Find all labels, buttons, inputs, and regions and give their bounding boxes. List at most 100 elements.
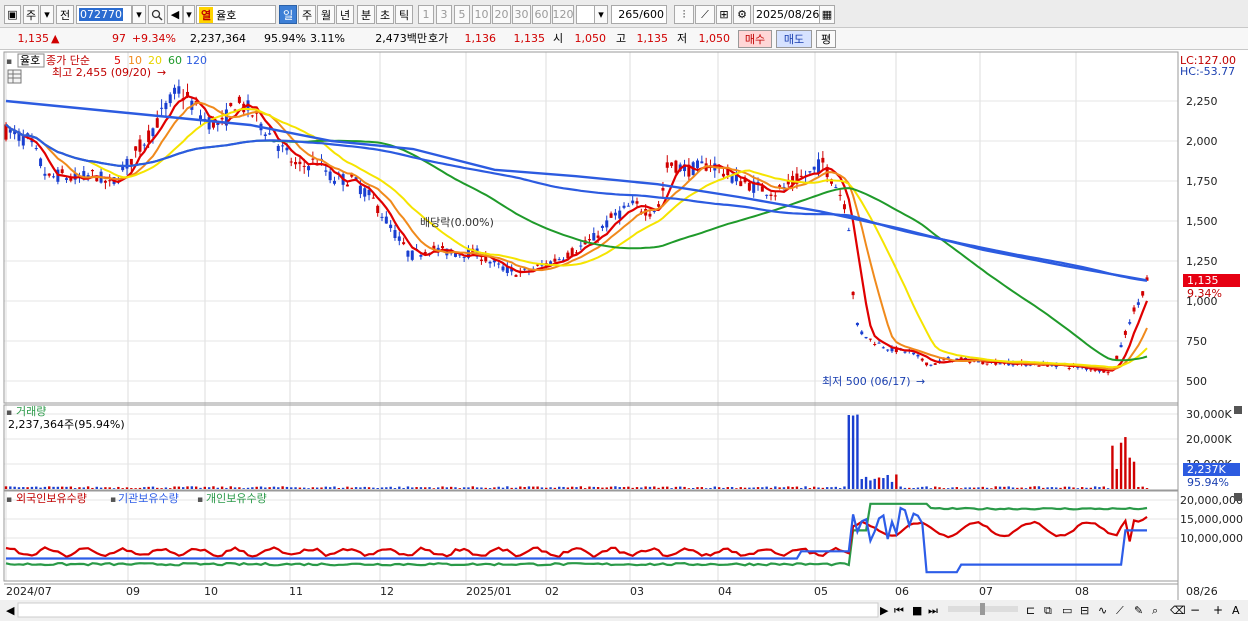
candle-body [220, 117, 224, 120]
volume-bar [1059, 487, 1062, 489]
scroll-right-icon[interactable]: ▶ [880, 604, 889, 617]
volume-bar [1098, 487, 1101, 489]
period-tick-button[interactable]: 틱 [395, 5, 413, 24]
volume-bar [1063, 486, 1067, 489]
period-second-button[interactable]: 초 [376, 5, 394, 24]
zoom-out-icon[interactable]: − [1190, 603, 1200, 617]
candle-body [276, 145, 280, 152]
minute-5-button[interactable]: 5 [454, 5, 470, 24]
last-page-icon[interactable]: ⏭ [928, 604, 938, 617]
volume-bar [1037, 486, 1041, 489]
zoom-in-icon[interactable]: + [1213, 603, 1223, 617]
holding-panel-close-icon[interactable] [1234, 493, 1242, 501]
speaker-icon[interactable]: ◀ [167, 5, 183, 24]
volume-bar [899, 486, 902, 489]
minute-20-button[interactable]: 20 [492, 5, 511, 24]
volume-value: 2,237,364 [190, 32, 246, 45]
volume-bar [1080, 487, 1084, 489]
volume-bar [307, 488, 310, 489]
font-size-icon[interactable]: A [1232, 604, 1240, 617]
trend-icon[interactable]: ∿ [1098, 604, 1107, 617]
zoom-slider-handle[interactable] [980, 603, 985, 615]
market-dropdown-icon[interactable]: ▾ [40, 5, 54, 24]
speaker-dropdown-icon[interactable]: ▾ [183, 5, 195, 24]
volume-panel-close-icon[interactable] [1234, 406, 1242, 414]
grid-icon[interactable]: ⊞ [716, 5, 732, 24]
code-input[interactable]: 072770 [76, 5, 132, 24]
volume-bar [458, 488, 462, 489]
ruler-icon[interactable]: ⊏ [1026, 604, 1035, 617]
period-day-button[interactable]: 일 [279, 5, 297, 24]
window-icon[interactable]: ▣ [4, 5, 21, 24]
minute-3-button[interactable]: 3 [436, 5, 452, 24]
count-field[interactable]: 265/600 [611, 5, 667, 24]
edit-icon[interactable]: ✎ [1134, 604, 1143, 617]
ask-price: 1,136 [464, 32, 497, 45]
volume-bar [117, 486, 120, 489]
period-minute-button[interactable]: 분 [357, 5, 375, 24]
line-tool-icon[interactable]: ⟋ [1116, 604, 1124, 617]
candle-body [207, 117, 211, 130]
buy-button[interactable]: 매수 [738, 30, 772, 48]
chart-area[interactable]: 2,250 2,000 1,750 1,500 1,250 1,000 750 500 30,0… [0, 50, 1248, 621]
last-volume-percent: 95.94% [1187, 476, 1229, 489]
candle-body [613, 212, 617, 216]
minute-label: 60 [534, 8, 549, 21]
code-dropdown-icon[interactable]: ▾ [132, 5, 146, 24]
volume-bar [1076, 488, 1080, 489]
indicator-icon[interactable]: ⟋ [695, 5, 715, 24]
period-year-button[interactable]: 년 [336, 5, 354, 24]
sell-label: 매도 [783, 33, 805, 46]
institution-holding-legend: 기관보유수량 [118, 492, 179, 505]
minute-10-button[interactable]: 10 [472, 5, 491, 24]
split-icon[interactable]: ⊟ [1080, 604, 1089, 617]
volume-bar [432, 488, 436, 489]
window-icon-2[interactable]: ▭ [1062, 604, 1072, 617]
stock-name-field[interactable]: 열 율호 [196, 5, 276, 24]
period-type-button[interactable]: 전 [56, 5, 74, 24]
period-week-button[interactable]: 주 [298, 5, 316, 24]
volume-bar [843, 486, 846, 489]
volume-bar [588, 486, 591, 489]
table-icon[interactable] [7, 69, 22, 84]
search-icon[interactable] [148, 5, 165, 24]
max-price-label: 최고 2,455 (09/20) [52, 66, 151, 79]
chart-type-icon[interactable]: ⫶ [674, 5, 694, 24]
scroll-left-icon[interactable]: ◀ [6, 604, 15, 617]
eraser-icon[interactable]: ⌫ [1170, 604, 1186, 617]
minute-60-button[interactable]: 60 [532, 5, 551, 24]
volume-bar [752, 487, 755, 489]
eval-button[interactable]: 평 [816, 30, 836, 48]
candle-body [847, 230, 851, 232]
volume-bar [277, 487, 280, 489]
volume-bar [666, 486, 669, 489]
minute-120-button[interactable]: 120 [552, 5, 574, 24]
candle-body [501, 266, 505, 271]
volume-bar [778, 487, 781, 489]
first-page-icon[interactable]: ⏮ [894, 604, 904, 617]
market-select[interactable]: 주 [23, 5, 39, 24]
candle-body [155, 118, 159, 128]
custom-period-dropdown-icon[interactable]: ▾ [594, 5, 608, 24]
candle-body [674, 160, 678, 173]
stop-icon[interactable]: ■ [912, 604, 922, 617]
horizontal-scrollbar[interactable] [17, 602, 879, 618]
search-chart-icon[interactable]: ⌕ [1152, 604, 1158, 617]
volume-bar [393, 488, 397, 489]
volume-bar [583, 488, 587, 489]
calendar-icon[interactable]: ▦ [819, 5, 835, 24]
candle-body [47, 173, 51, 176]
volume-bar [60, 486, 64, 489]
gear-icon[interactable]: ⚙ [733, 5, 751, 24]
minute-30-button[interactable]: 30 [512, 5, 531, 24]
candle-body [929, 364, 933, 366]
candle-body [129, 158, 133, 165]
sell-button[interactable]: 매도 [776, 30, 812, 48]
period-month-button[interactable]: 월 [317, 5, 335, 24]
chart-svg[interactable]: 2,2502,0001,7501,5001,2501,00075050030,0… [0, 50, 1248, 621]
minute-1-button[interactable]: 1 [418, 5, 434, 24]
x-tick-label: 05 [814, 585, 828, 598]
volume-bar [264, 487, 267, 489]
x-tick-label: 11 [289, 585, 303, 598]
copy-icon[interactable]: ⧉ [1044, 604, 1052, 617]
